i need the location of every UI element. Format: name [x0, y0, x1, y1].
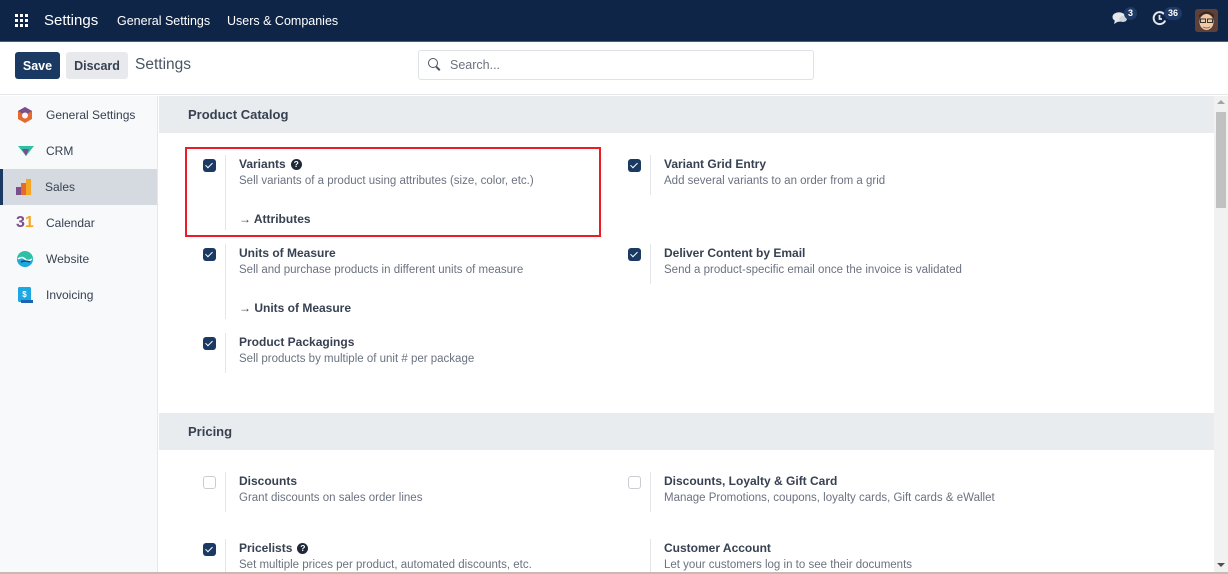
sidebar-item-general-settings[interactable]: General Settings	[1, 97, 158, 133]
search-icon	[428, 58, 442, 72]
setting-description: Let your customers log in to see their d…	[664, 559, 913, 571]
deliver-content-checkbox[interactable]	[628, 248, 641, 261]
setting-description: Sell and purchase products in different …	[239, 264, 524, 276]
messages-count-badge: 3	[1124, 7, 1138, 20]
setting-title: Customer Account	[664, 541, 771, 555]
svg-text:$: $	[22, 290, 27, 299]
breadcrumb-title: Settings	[135, 56, 192, 73]
section-header-product-catalog: Product Catalog	[159, 96, 1214, 133]
setting-title: Variant Grid Entry	[664, 157, 767, 171]
sidebar-item-label: CRM	[46, 144, 74, 158]
scroll-up-arrow-icon[interactable]	[1217, 100, 1225, 104]
sidebar-item-calendar[interactable]: 31 Calendar	[1, 205, 158, 241]
menu-general-settings[interactable]: General Settings	[117, 14, 210, 28]
section-title: Product Catalog	[188, 107, 289, 122]
menu-users-companies[interactable]: Users & Companies	[227, 14, 338, 28]
calendar-icon-digit: 1	[24, 214, 34, 231]
help-icon[interactable]: ?	[297, 543, 309, 554]
units-of-measure-checkbox[interactable]	[203, 248, 216, 261]
sidebar-item-label: Invoicing	[46, 288, 94, 302]
setting-product-packagings: Product Packagings Sell products by mult…	[203, 333, 603, 375]
divider	[650, 155, 651, 195]
product-packagings-checkbox[interactable]	[203, 337, 216, 350]
setting-title: Pricelists?	[239, 541, 309, 555]
pricelists-checkbox[interactable]	[203, 543, 216, 556]
section-title: Pricing	[188, 424, 233, 439]
setting-description: Manage Promotions, coupons, loyalty card…	[664, 492, 995, 504]
divider	[225, 333, 226, 373]
variant-grid-entry-checkbox[interactable]	[628, 159, 641, 172]
divider	[650, 244, 651, 284]
divider	[650, 472, 651, 512]
link-label: Units of Measure	[254, 301, 352, 315]
sidebar-item-website[interactable]: Website	[1, 241, 158, 277]
search-bar[interactable]	[418, 50, 814, 80]
setting-discounts: Discounts Grant discounts on sales order…	[203, 472, 603, 514]
divider	[225, 472, 226, 512]
app-name[interactable]: Settings	[44, 12, 98, 29]
setting-pricelists: Pricelists? Set multiple prices per prod…	[203, 539, 603, 574]
loyalty-checkbox[interactable]	[628, 476, 641, 489]
discounts-checkbox[interactable]	[203, 476, 216, 489]
setting-title: Discounts	[239, 474, 298, 488]
search-input[interactable]	[450, 58, 790, 72]
activities-count-badge: 36	[1164, 7, 1183, 20]
website-icon	[17, 251, 33, 267]
save-button[interactable]: Save	[15, 52, 60, 79]
sidebar-item-label: Sales	[45, 180, 76, 194]
setting-variant-grid-entry: Variant Grid Entry Add several variants …	[628, 155, 1048, 197]
calendar-icon-digit: 3	[16, 214, 25, 231]
user-avatar-image	[1195, 9, 1218, 32]
setting-title: Deliver Content by Email	[664, 246, 806, 260]
sidebar-item-invoicing[interactable]: $ Invoicing	[1, 277, 158, 313]
crm-icon	[18, 146, 34, 156]
vertical-scrollbar[interactable]	[1214, 96, 1228, 574]
scroll-thumb[interactable]	[1216, 112, 1226, 208]
setting-description: Set multiple prices per product, automat…	[239, 559, 532, 571]
setting-discounts-loyalty-gift-card: Discounts, Loyalty & Gift Card Manage Pr…	[628, 472, 1048, 514]
setting-deliver-content-by-email: Deliver Content by Email Send a product-…	[628, 244, 1048, 286]
invoicing-icon: $	[18, 287, 33, 303]
setting-description: Add several variants to an order from a …	[664, 175, 886, 187]
calendar-icon: 31	[16, 214, 38, 232]
divider	[650, 539, 651, 574]
sidebar-item-label: Website	[46, 252, 90, 266]
setting-description: Grant discounts on sales order lines	[239, 492, 423, 504]
user-avatar[interactable]	[1195, 9, 1218, 32]
messages-button[interactable]: 3	[1112, 7, 1138, 28]
settings-sidebar: General Settings CRM Sales 31 Calendar W…	[0, 96, 158, 574]
setting-title: Discounts, Loyalty & Gift Card	[664, 474, 838, 488]
sidebar-item-sales[interactable]: Sales	[0, 169, 157, 205]
apps-menu-icon[interactable]	[15, 14, 28, 27]
control-panel: Save Discard Settings	[0, 43, 1228, 95]
setting-title: Product Packagings	[239, 335, 355, 349]
highlight-box	[185, 147, 601, 237]
setting-units-of-measure: Units of Measure Sell and purchase produ…	[203, 244, 603, 319]
settings-content: Product Catalog Variants? Sell variants …	[159, 96, 1214, 574]
divider	[225, 244, 226, 319]
units-of-measure-link[interactable]: → Units of Measure	[239, 301, 351, 315]
general-settings-icon	[18, 107, 32, 123]
setting-description: Send a product-specific email once the i…	[664, 264, 962, 276]
sidebar-item-label: Calendar	[46, 216, 95, 230]
activities-button[interactable]: 36	[1152, 7, 1183, 29]
sidebar-item-crm[interactable]: CRM	[1, 133, 158, 169]
setting-description: Sell products by multiple of unit # per …	[239, 353, 475, 365]
setting-title: Units of Measure	[239, 246, 336, 260]
setting-title-text: Pricelists	[239, 541, 293, 555]
top-navbar: Settings General Settings Users & Compan…	[0, 0, 1228, 42]
setting-customer-account: Customer Account Let your customers log …	[628, 539, 1048, 574]
divider	[225, 539, 226, 574]
scroll-down-arrow-icon[interactable]	[1217, 563, 1225, 567]
sidebar-item-label: General Settings	[46, 108, 136, 122]
section-header-pricing: Pricing	[159, 413, 1214, 450]
sales-icon	[16, 179, 31, 195]
discard-button[interactable]: Discard	[66, 52, 128, 79]
arrow-right-icon: →	[239, 301, 251, 315]
